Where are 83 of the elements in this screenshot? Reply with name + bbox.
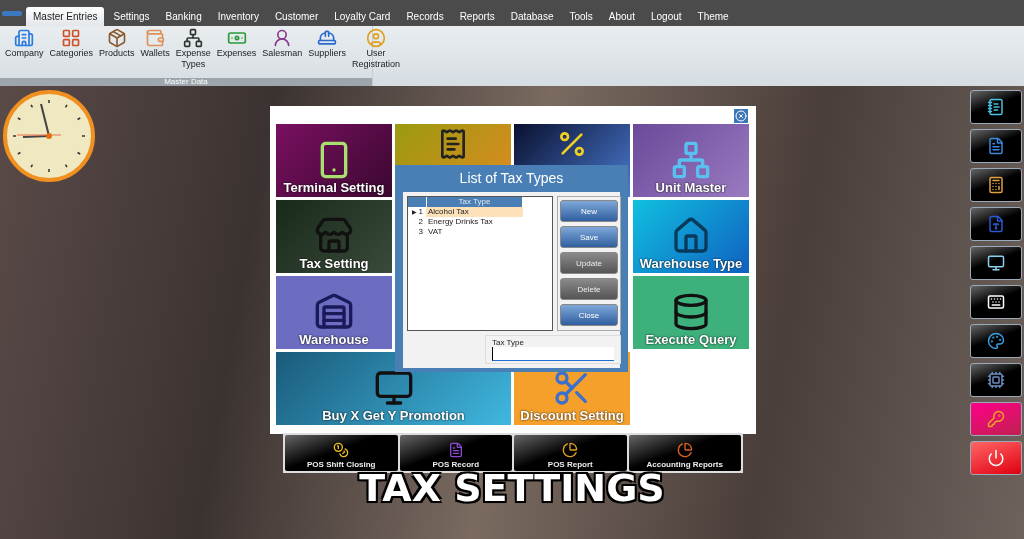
menu-tab[interactable]: Customer [267,7,326,26]
report-tile[interactable]: Accounting Reports [628,435,741,471]
row-number: 2 [418,217,423,227]
notes-icon [987,137,1005,155]
table-cell: Alcohol Tax [426,207,523,217]
user-icon [365,28,386,48]
hierarchy-icon [183,28,204,48]
input-field[interactable] [492,347,614,361]
ribbon-button[interactable]: Company [3,28,46,59]
ribbon-button[interactable]: Wallets [138,28,172,59]
shortcut-button[interactable] [970,129,1022,163]
shortcut-button[interactable] [970,90,1022,124]
ribbon-button[interactable]: User Registration [349,28,402,70]
dialog-button[interactable]: Save [560,226,618,248]
menu-tab[interactable]: Database [503,7,561,26]
building-icon [14,28,35,48]
table-row[interactable]: 3 VAT [408,227,552,237]
menu-tab[interactable]: Records [399,7,451,26]
store-icon [314,216,354,256]
ribbon-button[interactable]: Salesman [260,28,305,59]
group-label: Master Data [0,78,372,86]
shortcut-button[interactable] [970,246,1022,280]
menu-tab[interactable]: Settings [106,7,157,26]
key-icon [987,410,1005,428]
palette-icon [987,332,1005,350]
settings-tile[interactable]: Tax Setting [276,200,392,273]
menu-tab[interactable]: Master Entries [26,7,105,26]
settings-tile[interactable]: Warehouse [276,276,392,349]
shortcut-button[interactable] [970,207,1022,241]
close-icon [735,110,747,122]
pie-chart-icon [676,442,693,458]
report-tile[interactable]: POS Record [399,435,512,471]
menu-tab[interactable]: Loyalty Card [327,7,398,26]
board-icon [987,371,1005,389]
row-number: 1 [418,207,423,217]
menu-tab[interactable]: Banking [158,7,209,26]
shortcut-button[interactable] [970,324,1022,358]
menu-tab[interactable]: Tools [562,7,600,26]
column-header: Tax Type [427,197,522,207]
pie-chart-icon [562,442,579,458]
settings-tile[interactable]: Terminal Setting [276,124,392,197]
ribbon-button[interactable]: Expense Types [173,28,213,70]
worker-icon [317,28,338,48]
report-tile[interactable]: POS Report [514,435,627,471]
shortcut-button[interactable] [970,363,1022,397]
settings-tile[interactable]: Unit Master [633,124,749,197]
coins-icon [333,442,350,458]
settings-tile[interactable]: Warehouse Type [633,200,749,273]
row-number: 3 [418,227,423,237]
document-icon [447,442,464,458]
power-icon [987,449,1005,467]
ribbon-button[interactable]: Products [97,28,137,59]
shortcut-button[interactable] [970,285,1022,319]
ribbon-button[interactable]: Suppliers [306,28,348,59]
diagram-icon [671,140,711,180]
ribbon-button[interactable]: Expenses [214,28,259,59]
grid-icon [61,28,82,48]
table-row[interactable]: 2 Energy Drinks Tax [408,217,552,227]
menu-tab[interactable]: Logout [643,7,689,26]
wallet-icon [145,28,166,48]
monitor-icon [373,368,414,408]
menu-tab[interactable]: Inventory [210,7,266,26]
package-icon [106,28,127,48]
database-icon [671,292,711,332]
table-cell-text: Energy Drinks Tax [427,217,494,227]
monitor-icon [987,254,1005,272]
ribbon-button[interactable]: Categories [47,28,96,59]
notepad-icon [987,98,1005,116]
document-icon [987,215,1005,233]
calculator-icon [987,176,1005,194]
shortcut-button[interactable] [970,168,1022,202]
warehouse-icon [314,292,354,332]
dialog-title: List of Tax Types [458,169,565,188]
menu-tab[interactable]: Theme [690,7,736,26]
menu-tab[interactable]: About [601,7,642,26]
house-icon [671,216,711,256]
dialog-button[interactable]: Close [560,304,618,326]
field-label: Tax Type [492,338,525,347]
dialog-button[interactable]: New [560,200,618,222]
keyboard-icon [987,293,1005,311]
menu-tab[interactable]: Reports [452,7,502,26]
table-cell-text: VAT [427,227,444,237]
close-button[interactable] [734,109,748,123]
